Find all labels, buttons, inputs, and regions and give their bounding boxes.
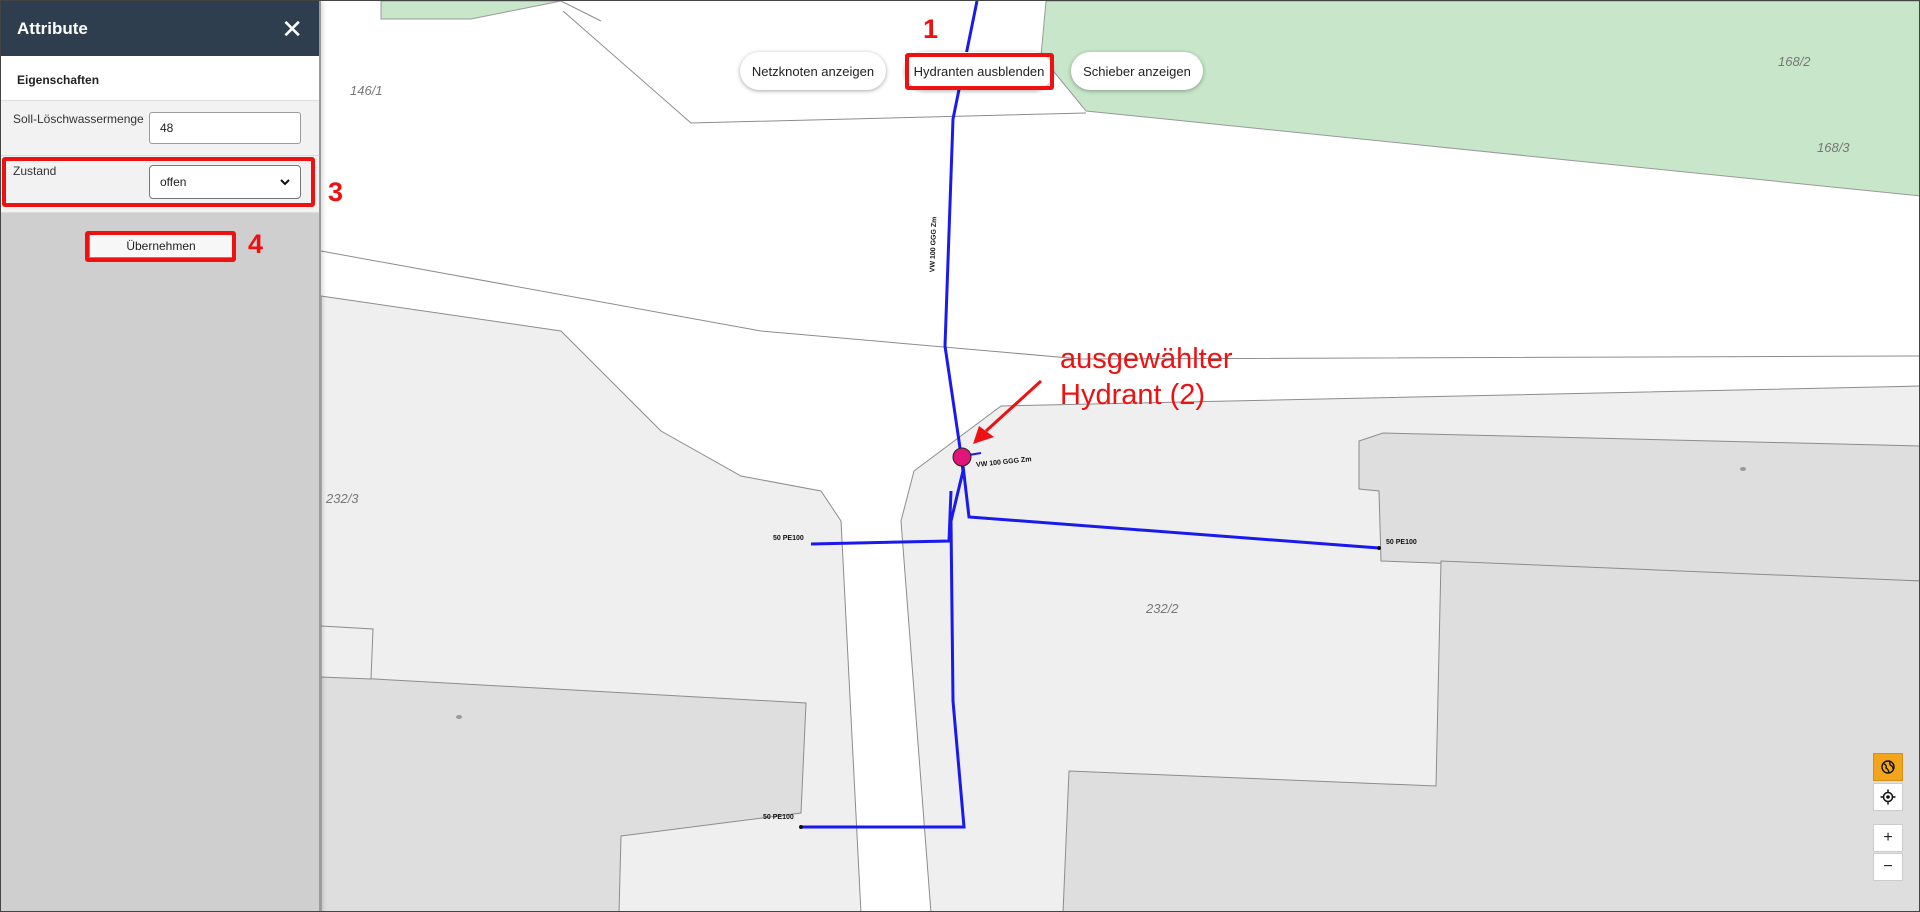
pipe-end-right <box>1377 546 1381 550</box>
zoom-out-button[interactable]: − <box>1873 853 1903 881</box>
annotation-number-1: 1 <box>923 14 939 44</box>
annotation-hydrant-line2: Hydrant (2) <box>1060 379 1206 411</box>
attribute-panel: Attribute ✕ Eigenschaften Soll-Löschwass… <box>1 1 321 911</box>
locate-icon[interactable] <box>1873 783 1903 811</box>
parcel-label-232-2: 232/2 <box>1146 601 1179 616</box>
globe-icon-svg <box>1881 760 1895 774</box>
highlight-frame-4 <box>85 231 236 262</box>
map-symbol-right <box>1740 467 1746 471</box>
highlight-frame-1 <box>905 53 1054 90</box>
property-row-sollmenge: Soll-Löschwassermenge <box>1 101 319 156</box>
section-heading: Eigenschaften <box>1 56 319 101</box>
globe-icon[interactable] <box>1873 753 1903 781</box>
show-valves-button[interactable]: Schieber anzeigen <box>1071 52 1203 90</box>
parcel-label-146-1: 146/1 <box>350 83 383 98</box>
annotation-number-4: 4 <box>248 229 264 259</box>
boundary-line-3 <box>560 1 602 22</box>
pipe-label-left-branch: 50 PE100 <box>773 535 804 542</box>
zoom-in-button[interactable]: + <box>1873 824 1903 852</box>
pipe-label-right-branch: 50 PE100 <box>1386 539 1417 546</box>
app-root: 146/1 168/2 168/3 232/3 232/2 VW 100 GGG… <box>0 0 1920 912</box>
parcel-label-168-2: 168/2 <box>1778 54 1811 69</box>
parcel-label-168-3: 168/3 <box>1817 140 1850 155</box>
pipe-end-bottom <box>799 825 803 829</box>
show-nodes-button[interactable]: Netzknoten anzeigen <box>740 52 886 90</box>
small-building-left <box>320 625 374 680</box>
annotation-number-3: 3 <box>328 177 344 207</box>
pipe-label-bottom-branch: 50 PE100 <box>763 814 794 821</box>
building-right <box>1358 432 1919 582</box>
map-symbol-left <box>456 715 462 719</box>
hydrant-marker <box>952 447 972 467</box>
highlight-frame-3 <box>2 157 315 207</box>
panel-title: Attribute <box>17 18 88 38</box>
parcel-label-232-3: 232/3 <box>326 491 359 506</box>
annotation-hydrant-line1: ausgewählter <box>1060 343 1233 375</box>
panel-header: Attribute ✕ <box>1 1 319 56</box>
property-label: Soll-Löschwassermenge <box>13 112 144 126</box>
sollmenge-input[interactable] <box>149 112 301 144</box>
green-area-top-left <box>380 1 562 20</box>
green-area-top-right <box>1040 1 1919 197</box>
locate-icon-svg <box>1880 789 1896 805</box>
close-icon[interactable]: ✕ <box>281 16 303 42</box>
